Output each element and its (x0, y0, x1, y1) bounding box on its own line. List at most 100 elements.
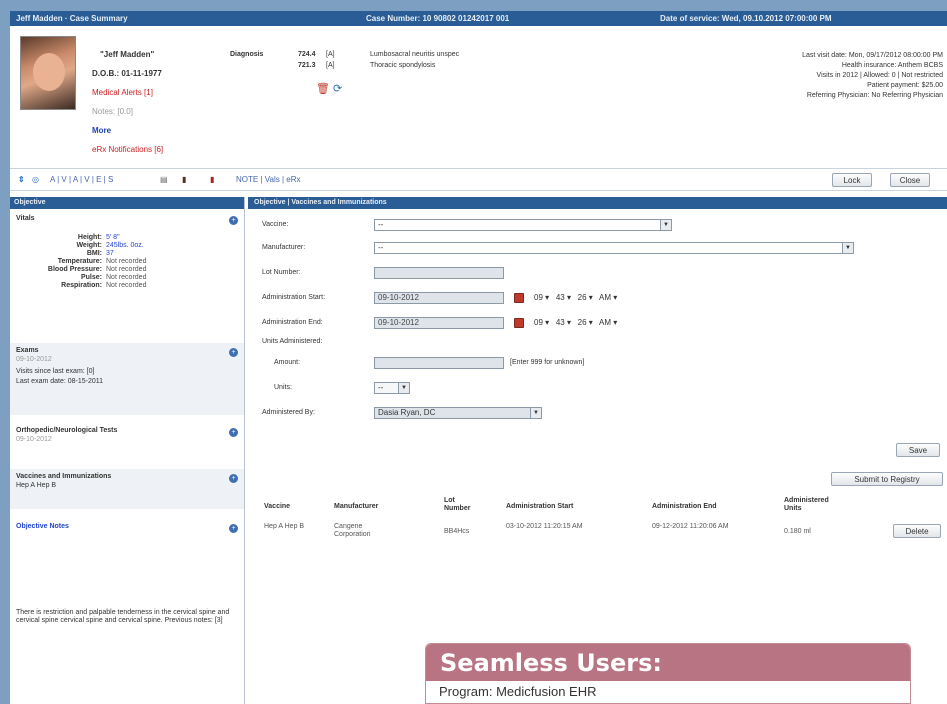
cell-units: 0.180 ml (784, 528, 811, 535)
patient-payment: Patient payment: $25.00 (867, 82, 943, 89)
delete-button[interactable]: Delete (893, 524, 941, 538)
vaccine-value: -- (378, 220, 384, 229)
add-notes-icon[interactable]: + (229, 524, 238, 533)
erx-notifications-link[interactable]: eRx Notifications [6] (92, 145, 163, 154)
add-ortho-icon[interactable]: + (229, 428, 238, 437)
objective-notes-link[interactable]: Objective Notes (16, 523, 238, 530)
cell-lot: BB4Hcs (444, 528, 470, 535)
badge-title: Seamless Users: (426, 644, 910, 681)
notes-text: There is restriction and palpable tender… (16, 609, 230, 624)
referring-physician: Referring Physician: No Referring Physic… (806, 92, 943, 99)
cell-vaccine: Hep A Hep B (264, 523, 305, 530)
manufacturer-select[interactable]: -- ▼ (374, 242, 854, 254)
admin-end-input[interactable]: 09-10-2012 (374, 317, 504, 329)
message-icon[interactable]: ▮ (210, 175, 214, 184)
col-header: Manufacturer (334, 503, 379, 510)
chevron-down-icon: ▼ (660, 220, 671, 230)
title-patient: Jeff Madden · Case Summary (16, 14, 128, 23)
add-vitals-icon[interactable]: + (229, 216, 238, 225)
toolbar-icon-strip[interactable]: A | V | A | V | E | S (50, 175, 113, 184)
document-icon[interactable]: ▤ (160, 175, 168, 184)
toolbar-links[interactable]: NOTE | Vals | eRx (236, 175, 300, 184)
lot-number-label: Lot Number: (262, 269, 301, 276)
ampm-value: AM (599, 293, 611, 302)
toolbar: ⇕ ◎ A | V | A | V | E | S ▤ ▮ ▮ NOTE | V… (10, 171, 947, 191)
vital-value: 37 (106, 250, 114, 257)
administered-by-label: Administered By: (262, 409, 315, 416)
comment-icon[interactable]: ▮ (182, 175, 186, 184)
nav-arrows-icon[interactable]: ⇕ (18, 175, 25, 184)
exams-visits: Visits since last exam: [0] (16, 368, 95, 375)
vital-value: Not recorded (106, 266, 147, 273)
amount-input[interactable] (374, 357, 504, 369)
add-vaccine-icon[interactable]: + (229, 474, 238, 483)
lock-button[interactable]: Lock (832, 173, 872, 187)
add-exam-icon[interactable]: + (229, 348, 238, 357)
vital-row: Blood Pressure: Not recorded (16, 266, 238, 274)
units-select[interactable]: -- ▼ (374, 382, 410, 394)
patient-name: "Jeff Madden" (100, 50, 155, 59)
exams-section: Exams + 09-10-2012 Visits since last exa… (10, 343, 244, 415)
vital-key: Weight: (76, 242, 102, 249)
submit-registry-button[interactable]: Submit to Registry (831, 472, 943, 486)
vital-value: Not recorded (106, 274, 147, 281)
more-link[interactable]: More (92, 126, 111, 135)
vitals-section: Vitals + Height: 5' 8" Weight: 245lbs. 0oz… (10, 211, 244, 335)
hour-value: 09 (534, 318, 543, 327)
vaccines-summary: Hep A Hep B (16, 482, 57, 489)
visits-allowed: Visits in 2012 | Allowed: 0 | Not restri… (816, 72, 943, 79)
vital-row: Respiration: Not recorded (16, 282, 238, 290)
admin-end-time[interactable]: 09 ▾ 43 ▾ 26 ▾ AM ▾ (534, 318, 617, 327)
chevron-down-icon: ▼ (530, 408, 541, 418)
units-label: Units: (274, 384, 292, 391)
admin-start-input[interactable]: 09-10-2012 (374, 292, 504, 304)
main-header: Objective | Vaccines and Immunizations (248, 197, 947, 209)
admin-end-label: Administration End: (262, 319, 323, 326)
title-case-number: Case Number: 10 90802 01242017 001 (366, 14, 510, 23)
last-visit-date: Last visit date: Mon, 09/17/2012 08:00:0… (802, 52, 943, 59)
medical-alerts-link[interactable]: Medical Alerts [1] (92, 88, 153, 97)
col-header: Administration Start (506, 503, 574, 510)
save-button[interactable]: Save (896, 443, 940, 457)
sidebar-header: Objective (10, 197, 244, 209)
second-value: 26 (577, 318, 587, 327)
cell-admin-start: 03-10-2012 11:20:15 AM (506, 523, 583, 530)
cell-manufacturer: Cangene Corporation (334, 523, 371, 538)
manufacturer-label: Manufacturer: (262, 244, 306, 251)
administered-by-value: Dasia Ryan, DC (378, 408, 436, 417)
chat-icon[interactable]: ◎ (32, 175, 39, 184)
refresh-icon[interactable]: ⟳ (333, 82, 342, 95)
close-button[interactable]: Close (890, 173, 930, 187)
diagnosis-row: 721.3 [A] Thoracic spondylosis (298, 62, 435, 69)
admin-start-time[interactable]: 09 ▾ 43 ▾ 26 ▾ AM ▾ (534, 293, 617, 302)
chevron-down-icon: ▼ (842, 243, 853, 253)
diagnosis-text: Lumbosacral neuritis unspec (370, 51, 460, 58)
patient-photo (20, 36, 76, 110)
cell-admin-end: 09-12-2012 11:20:06 AM (652, 523, 729, 530)
diagnosis-flag: [A] (326, 51, 335, 58)
vital-row: BMI: 37 (16, 250, 238, 258)
badge-subtitle: Program: Medicfusion EHR (439, 684, 597, 699)
vaccines-title: Vaccines and Immunizations (16, 473, 112, 480)
vaccines-form-panel: Objective | Vaccines and Immunizations V… (248, 197, 947, 704)
ortho-date: 09-10-2012 (16, 436, 52, 443)
ortho-section: Orthopedic/Neurological Tests + 09-10-20… (10, 423, 244, 459)
administered-by-select[interactable]: Dasia Ryan, DC ▼ (374, 407, 542, 419)
trash-icon[interactable]: 🗑 (316, 82, 330, 95)
second-value: 26 (577, 293, 587, 302)
vaccine-select[interactable]: -- ▼ (374, 219, 672, 231)
vital-key: Pulse: (80, 274, 102, 281)
vaccine-label: Vaccine: (262, 221, 289, 228)
calendar-icon[interactable] (514, 293, 524, 303)
notes-section: Objective Notes + (10, 519, 244, 539)
col-header: Administered Units (784, 497, 829, 512)
exams-last-date: Last exam date: 08-15-2011 (16, 378, 104, 385)
amount-hint: [Enter 999 for unknown] (510, 359, 585, 366)
units-administered-label: Units Administered: (262, 338, 323, 345)
minute-value: 43 (555, 293, 565, 302)
notes-link[interactable]: Notes: [0.0] (92, 107, 133, 116)
calendar-icon[interactable] (514, 318, 524, 328)
lot-number-input[interactable] (374, 267, 504, 279)
vital-key: Blood Pressure: (47, 266, 102, 273)
manufacturer-value: -- (378, 243, 384, 252)
